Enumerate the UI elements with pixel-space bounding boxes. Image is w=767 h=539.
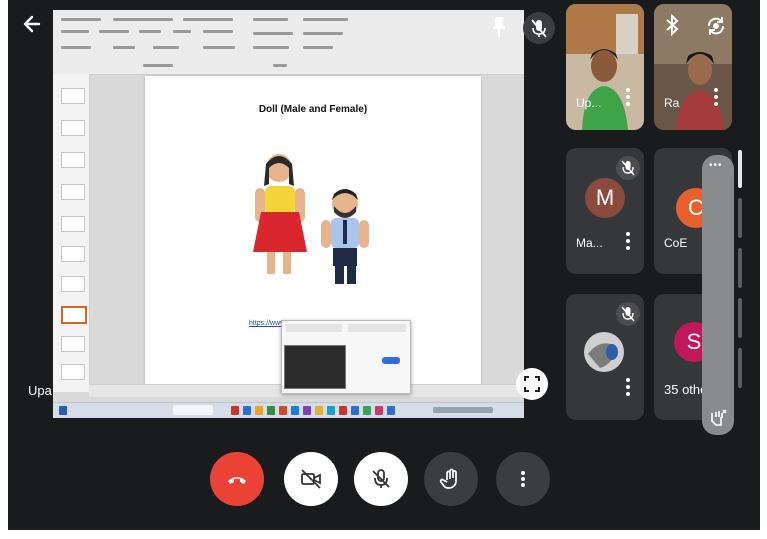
kebab-menu-icon[interactable] xyxy=(626,232,630,250)
taskbar-app-icon[interactable] xyxy=(375,406,383,415)
participant-tile[interactable]: Up... xyxy=(566,4,644,130)
more-vert-icon xyxy=(521,471,525,487)
participant-name: Ma... xyxy=(576,236,603,250)
avatar: M xyxy=(585,178,625,218)
taskbar-app-icon[interactable] xyxy=(291,406,299,415)
hand-icon xyxy=(439,468,457,489)
taskbar-app-icon[interactable] xyxy=(303,406,311,415)
kebab-menu-icon[interactable] xyxy=(714,88,718,106)
camera-toggle-button[interactable] xyxy=(284,452,338,506)
shared-presentation: Doll (Male and Female) https://www... xyxy=(53,10,524,418)
slide-thumbnail[interactable] xyxy=(61,120,85,136)
participant-name: Up... xyxy=(576,96,602,110)
slide-thumbnail[interactable] xyxy=(61,364,85,380)
start-icon[interactable] xyxy=(59,406,67,415)
side-panel[interactable]: ••• xyxy=(702,155,734,435)
taskbar-app-icon[interactable] xyxy=(339,406,347,415)
popup-tab[interactable] xyxy=(348,324,406,332)
scrollbar[interactable] xyxy=(738,150,742,400)
call-screen: dej-npdq-zxb Doll xyxy=(8,0,760,530)
more-horiz-icon[interactable]: ••• xyxy=(709,160,723,171)
mic-toggle-button[interactable] xyxy=(354,452,408,506)
taskbar-app-icon[interactable] xyxy=(267,406,275,415)
kebab-menu-icon[interactable] xyxy=(626,378,630,396)
slide-thumbnail-selected[interactable] xyxy=(61,306,87,324)
preview-thumbnail xyxy=(284,345,346,389)
raise-hand-side-icon[interactable] xyxy=(708,407,728,427)
participant-tile[interactable] xyxy=(566,294,644,420)
presenter-name: Upa xyxy=(28,383,52,398)
participant-name: Ra xyxy=(664,96,680,110)
taskbar-app-icon[interactable] xyxy=(243,406,251,415)
mic-off-icon xyxy=(372,469,390,488)
pin-icon[interactable] xyxy=(492,16,506,38)
slide-thumbnail[interactable] xyxy=(61,336,85,352)
popup-button[interactable] xyxy=(382,357,400,364)
fullscreen-icon[interactable] xyxy=(516,368,548,400)
taskbar-search[interactable] xyxy=(173,405,213,415)
mic-off-icon xyxy=(616,156,640,180)
kebab-menu-icon[interactable] xyxy=(626,88,630,106)
taskbar-app-icon[interactable] xyxy=(255,406,263,415)
slide-thumbnails xyxy=(53,74,90,392)
end-call-button[interactable] xyxy=(210,452,264,506)
system-tray[interactable] xyxy=(433,407,493,413)
slide-thumbnail[interactable] xyxy=(61,246,85,262)
more-options-button[interactable] xyxy=(496,452,550,506)
mic-off-icon xyxy=(616,302,640,326)
taskbar-app-icon[interactable] xyxy=(327,406,335,415)
popup-tab[interactable] xyxy=(286,324,342,332)
share-preview-popup xyxy=(281,320,411,394)
slide-thumbnail[interactable] xyxy=(61,276,85,292)
raise-hand-button[interactable] xyxy=(424,452,478,506)
participant-name: CoE xyxy=(664,236,688,250)
slide-thumbnail[interactable] xyxy=(61,152,85,168)
taskbar-app-icon[interactable] xyxy=(279,406,287,415)
back-arrow-icon[interactable] xyxy=(22,14,44,36)
taskbar-app-icon[interactable] xyxy=(231,406,239,415)
slide-thumbnail[interactable] xyxy=(61,88,85,104)
bluetooth-icon[interactable] xyxy=(665,13,679,41)
taskbar-app-icon[interactable] xyxy=(363,406,371,415)
meet-app: dej-npdq-zxb Doll xyxy=(0,0,767,539)
end-call-icon xyxy=(228,477,246,484)
windows-taskbar xyxy=(53,402,524,418)
taskbar-app-icon[interactable] xyxy=(315,406,323,415)
taskbar-app-icon[interactable] xyxy=(351,406,359,415)
taskbar-app-icon[interactable] xyxy=(387,406,395,415)
slide-thumbnail[interactable] xyxy=(61,184,85,200)
mic-off-icon[interactable] xyxy=(523,12,555,44)
participant-video xyxy=(566,4,644,130)
slide-thumbnail[interactable] xyxy=(61,216,85,232)
presentation-ribbon xyxy=(53,10,524,75)
camera-off-icon xyxy=(301,469,321,489)
slide-title: Doll (Male and Female) xyxy=(258,104,368,115)
doll-image xyxy=(253,154,369,284)
participant-tile[interactable]: M Ma... xyxy=(566,148,644,274)
switch-camera-icon[interactable] xyxy=(704,14,728,38)
